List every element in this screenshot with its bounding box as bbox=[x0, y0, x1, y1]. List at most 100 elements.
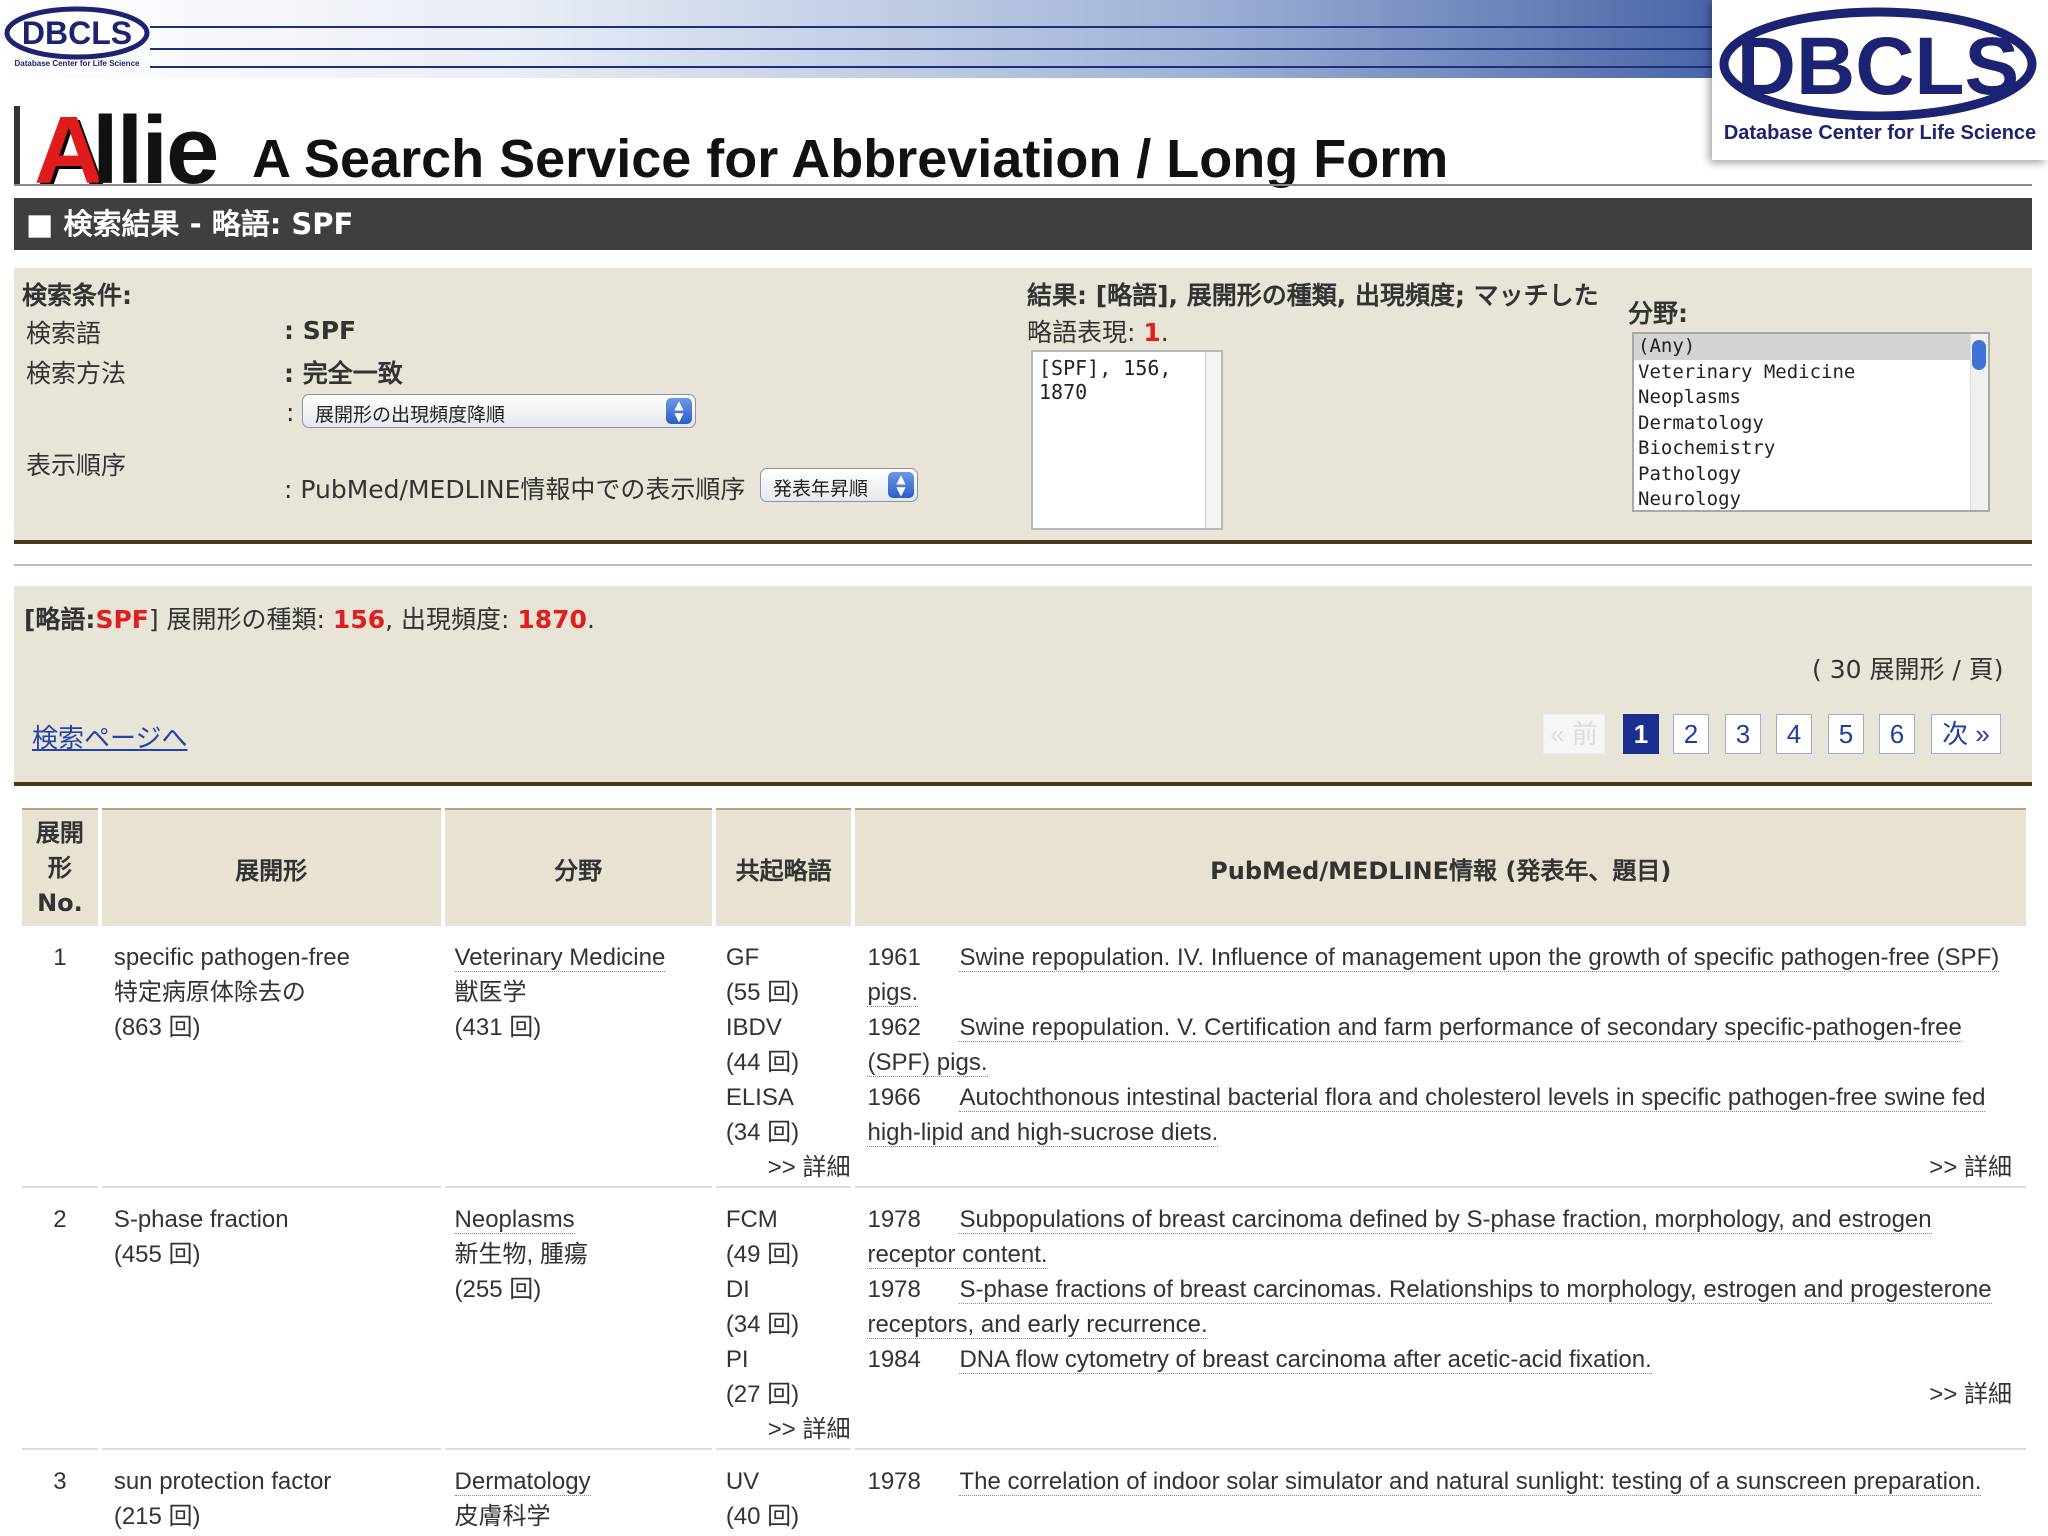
pub-title-link[interactable]: Swine repopulation. IV. Influence of man… bbox=[867, 944, 2000, 1007]
title-accent-bar bbox=[14, 106, 20, 186]
field-link[interactable]: Neoplasms bbox=[454, 1206, 575, 1234]
pub-title-link[interactable]: Swine repopulation. V. Certification and… bbox=[867, 1014, 1962, 1077]
summary-line: [略語:SPF] 展開形の種類: 156, 出現頻度: 1870. bbox=[24, 605, 595, 634]
pubmed-detail-link[interactable]: >> 詳細 bbox=[867, 1150, 2012, 1185]
long-form: specific pathogen-free bbox=[113, 944, 350, 971]
long-form-count: (455 回) bbox=[113, 1241, 201, 1268]
result-listbox[interactable]: [SPF], 156, 1870 bbox=[1031, 350, 1223, 530]
dbcls-logo-subtitle: Database Center for Life Science bbox=[1723, 122, 2037, 144]
col-header-pubmed: PubMed/MEDLINE情報 (発表年、題目) bbox=[855, 808, 2026, 926]
field-option-neurology[interactable]: Neurology bbox=[1634, 487, 1988, 510]
search-method-label: 検索方法 bbox=[26, 359, 127, 388]
dbcls-small-logo: DBCLS Database Center for Life Science bbox=[4, 4, 150, 70]
field-option-veterinary-medicine[interactable]: Veterinary Medicine bbox=[1634, 360, 1988, 386]
field-option-biochemistry[interactable]: Biochemistry bbox=[1634, 436, 1988, 462]
results-table: 展開形 No. 展開形 分野 共起略語 PubMed/MEDLINE情報 (発表年… bbox=[18, 808, 2030, 1535]
table-header-row: 展開形 No. 展開形 分野 共起略語 PubMed/MEDLINE情報 (発表年… bbox=[22, 808, 2026, 926]
per-page-label: ( 30 展開形 / 頁) bbox=[1812, 655, 2004, 684]
summary-kinds: 156 bbox=[332, 605, 386, 634]
pub-title-link[interactable]: Autochthonous intestinal bacterial flora… bbox=[867, 1084, 1986, 1147]
cooccur-cell: FCM (49 回) DI (34 回) PI (27 回) >> 詳細 bbox=[715, 1188, 852, 1450]
pub-title-link[interactable]: The correlation of indoor solar simulato… bbox=[959, 1468, 1982, 1496]
cooccur-count: (49 回) bbox=[725, 1241, 800, 1268]
pagination-prev[interactable]: « 前 bbox=[1543, 714, 1605, 754]
pubmed-cell: 1961 Swine repopulation. IV. Influence of… bbox=[855, 926, 2026, 1188]
cooccur-count: (44 回) bbox=[725, 1049, 800, 1076]
cooccur-count: (27 回) bbox=[725, 1381, 800, 1408]
field-cell: Neoplasms 新生物, 腫瘍 (255 回) bbox=[444, 1188, 712, 1450]
field-option-pathology[interactable]: Pathology bbox=[1634, 462, 1988, 488]
sort-colon: : bbox=[286, 398, 295, 427]
result-listbox-item[interactable]: [SPF], 156, 1870 bbox=[1039, 356, 1215, 404]
page-6[interactable]: 6 bbox=[1879, 714, 1915, 754]
section-divider bbox=[14, 564, 2032, 566]
cooccur-count: (34 回) bbox=[725, 1119, 800, 1146]
pub-entry: 1962 Swine repopulation. V. Certification… bbox=[867, 1014, 1962, 1077]
field-option-neoplasms[interactable]: Neoplasms bbox=[1634, 385, 1988, 411]
field-count: (255 回) bbox=[454, 1276, 542, 1303]
page-1[interactable]: 1 bbox=[1623, 714, 1659, 754]
cooccur-count: (55 回) bbox=[725, 979, 800, 1006]
field-link[interactable]: Veterinary Medicine bbox=[454, 944, 666, 972]
result-title-bar: ■ 検索結果 - 略語: SPF bbox=[14, 198, 2032, 250]
pub-title-link[interactable]: DNA flow cytometry of breast carcinoma a… bbox=[959, 1346, 1652, 1374]
long-form-cell: sun protection factor (215 回) bbox=[102, 1450, 441, 1535]
row-number: 2 bbox=[22, 1188, 98, 1450]
col-header-long-form: 展開形 bbox=[101, 808, 441, 926]
summary-abbr: SPF bbox=[95, 605, 149, 634]
field-option-any[interactable]: (Any) bbox=[1634, 334, 1988, 360]
pubmed-cell: 1978 Subpopulations of breast carcinoma d… bbox=[855, 1188, 2026, 1450]
field-option-dermatology[interactable]: Dermatology bbox=[1634, 411, 1988, 437]
cooccur-detail-link[interactable]: >> 詳細 bbox=[726, 1150, 851, 1185]
field-link[interactable]: Dermatology bbox=[454, 1468, 591, 1496]
long-form-count: (215 回) bbox=[113, 1503, 201, 1530]
listbox-scrollbar[interactable] bbox=[1205, 352, 1221, 528]
pagination-next[interactable]: 次 » bbox=[1931, 714, 2001, 754]
pubmed-order-select[interactable]: 発表年昇順 ▲ ▼ bbox=[760, 468, 918, 502]
svg-text:Database Center for Life Scien: Database Center for Life Science bbox=[15, 59, 140, 68]
field-ja: 新生物, 腫瘍 bbox=[454, 1241, 588, 1268]
long-form-count: (863 回) bbox=[113, 1014, 201, 1041]
pubmed-detail-link[interactable]: >> 詳細 bbox=[867, 1377, 2012, 1412]
cooccur-abbr: FCM bbox=[725, 1206, 778, 1233]
pub-title-link[interactable]: S-phase fractions of breast carcinomas. … bbox=[867, 1276, 1992, 1339]
pub-entry: 1961 Swine repopulation. IV. Influence of… bbox=[867, 944, 2000, 1007]
field-count: (431 回) bbox=[454, 1014, 542, 1041]
select-arrows-icon: ▲ ▼ bbox=[666, 398, 692, 424]
scroll-thumb[interactable] bbox=[1972, 340, 1986, 370]
row-number: 1 bbox=[22, 926, 98, 1188]
col-header-no: 展開形 No. bbox=[22, 808, 98, 926]
long-form-ja: 特定病原体除去の bbox=[113, 979, 306, 1006]
pub-entry: 1978 The correlation of indoor solar simu… bbox=[867, 1468, 1982, 1496]
col-header-cooccurring: 共起略語 bbox=[715, 808, 852, 926]
field-filter-listbox[interactable]: (Any) Veterinary Medicine Neoplasms Derm… bbox=[1632, 332, 1990, 512]
table-row: 3 sun protection factor (215 回) Dermatol… bbox=[22, 1450, 2026, 1535]
page-4[interactable]: 4 bbox=[1776, 714, 1812, 754]
field-listbox-scrollbar[interactable] bbox=[1970, 334, 1988, 510]
svg-text:DBCLS: DBCLS bbox=[1737, 21, 2019, 112]
field-label: 分野: bbox=[1628, 299, 1688, 328]
page-2[interactable]: 2 bbox=[1673, 714, 1709, 754]
cooccur-abbr: DI bbox=[725, 1276, 750, 1303]
result-label-line2: 略語表現: 1. bbox=[1027, 318, 1169, 347]
page-3[interactable]: 3 bbox=[1725, 714, 1761, 754]
table-row: 2 S-phase fraction (455 回) Neoplasms 新生物… bbox=[22, 1188, 2026, 1450]
pub-entry: 1966 Autochthonous intestinal bacterial f… bbox=[867, 1084, 1986, 1147]
long-form-cell: specific pathogen-free 特定病原体除去の (863 回) bbox=[101, 926, 441, 1188]
cooccur-cell: UV (40 回) bbox=[716, 1450, 852, 1535]
field-ja: 獣医学 bbox=[454, 979, 527, 1006]
sort-order-select[interactable]: 展開形の出現頻度降順 ▲ ▼ bbox=[302, 394, 696, 428]
long-form: sun protection factor bbox=[113, 1468, 332, 1495]
cooccur-abbr: PI bbox=[725, 1346, 749, 1373]
page-5[interactable]: 5 bbox=[1828, 714, 1864, 754]
pubmed-order-select-value: 発表年昇順 bbox=[773, 478, 869, 500]
cooccur-detail-link[interactable]: >> 詳細 bbox=[726, 1412, 851, 1447]
pub-title-link[interactable]: Subpopulations of breast carcinoma defin… bbox=[867, 1206, 1932, 1269]
back-to-search-link[interactable]: 検索ページへ bbox=[32, 718, 187, 755]
cooccur-count: (40 回) bbox=[725, 1503, 800, 1530]
summary-frequency: 1870 bbox=[517, 605, 587, 634]
table-row: 1 specific pathogen-free 特定病原体除去の (863 回… bbox=[22, 926, 2026, 1188]
long-form: S-phase fraction bbox=[113, 1206, 289, 1233]
match-count: 1 bbox=[1143, 318, 1161, 347]
cooccur-cell: GF (55 回) IBDV (44 回) ELISA (34 回) >> 詳細 bbox=[715, 926, 852, 1188]
